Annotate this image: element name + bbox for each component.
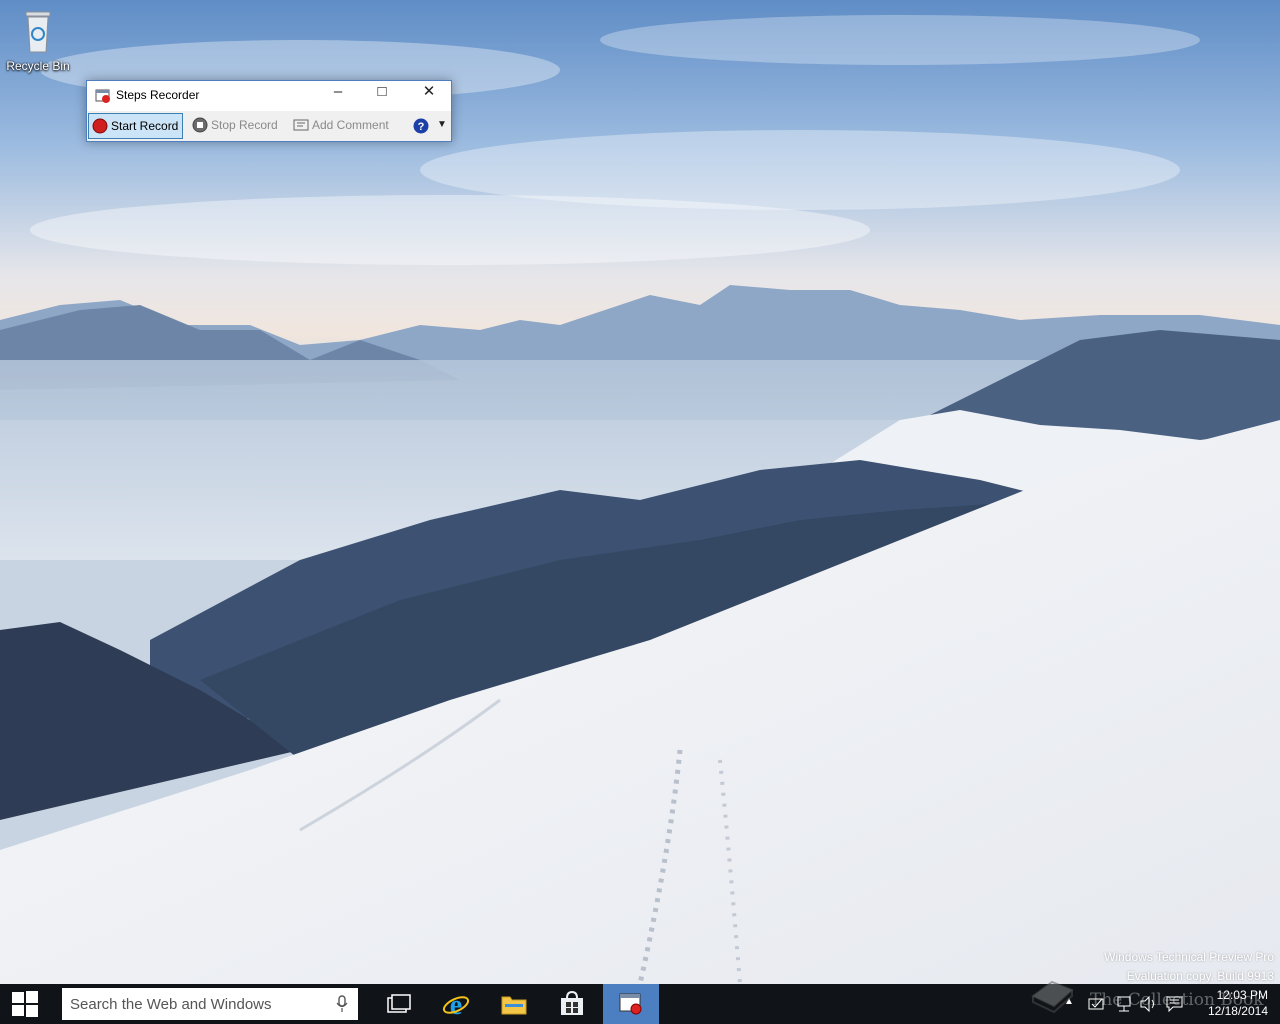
add-comment-button[interactable]: Add Comment: [290, 113, 398, 139]
internet-explorer-icon: e: [442, 990, 470, 1018]
steps-recorder-window: Steps Recorder – □ ✕ Start Record Stop R…: [86, 80, 452, 142]
windows-logo-icon: [12, 991, 38, 1017]
maximize-icon: □: [377, 83, 387, 100]
minimize-button[interactable]: –: [316, 81, 360, 105]
chevron-down-icon: ▼: [437, 119, 447, 130]
maximize-button[interactable]: □: [360, 81, 404, 105]
taskbar-app-file-explorer[interactable]: [486, 984, 542, 1024]
taskbar-app-store[interactable]: [544, 984, 600, 1024]
watermark-line-build: Evaluation copy. Build 9913: [1126, 969, 1274, 983]
record-icon: [92, 118, 108, 134]
taskbar-app-internet-explorer[interactable]: e: [428, 984, 484, 1024]
steps-recorder-titlebar[interactable]: Steps Recorder – □ ✕: [87, 81, 451, 110]
folder-icon: [501, 996, 527, 1015]
svg-text:e: e: [450, 990, 462, 1018]
desktop-wallpaper: [0, 0, 1280, 984]
help-button[interactable]: ?: [411, 113, 431, 139]
task-view-button[interactable]: [371, 984, 427, 1024]
stop-icon: [192, 117, 208, 133]
recycle-bin-desktop-icon[interactable]: Recycle Bin: [2, 4, 74, 76]
svg-text:?: ?: [418, 121, 425, 133]
help-icon: ?: [413, 118, 429, 134]
close-icon: ✕: [422, 83, 436, 100]
window-title: Steps Recorder: [116, 88, 200, 102]
close-button[interactable]: ✕: [407, 81, 451, 105]
steps-recorder-taskbar-icon: [619, 993, 642, 1015]
microphone-icon[interactable]: [336, 995, 348, 1013]
start-button[interactable]: [0, 984, 50, 1024]
stop-record-label: Stop Record: [211, 118, 278, 132]
brand-overlay-watermark: The Collection Book: [1031, 980, 1264, 1014]
task-view-icon: [387, 994, 411, 1013]
book-logo-icon: [1031, 980, 1074, 1014]
taskbar: Search the Web and Windows e ▲ 12:03 PM …: [0, 984, 1280, 1024]
stop-record-button[interactable]: Stop Record: [189, 113, 279, 139]
add-comment-label: Add Comment: [312, 118, 389, 132]
recycle-bin-icon: [25, 11, 51, 53]
brand-overlay-text: The Collection Book: [1090, 990, 1264, 1010]
store-icon: [561, 990, 583, 1015]
build-watermark: Windows Technical Preview Pro Evaluation…: [1104, 948, 1274, 984]
search-placeholder: Search the Web and Windows: [70, 996, 272, 1013]
minimize-icon: –: [333, 83, 343, 100]
recycle-bin-label: Recycle Bin: [6, 59, 70, 73]
comment-icon: [293, 119, 309, 131]
start-record-label: Start Record: [111, 119, 179, 133]
search-input[interactable]: Search the Web and Windows: [62, 988, 358, 1020]
steps-recorder-app-icon: [95, 89, 110, 103]
taskbar-app-steps-recorder[interactable]: [603, 984, 659, 1024]
watermark-line-edition: Windows Technical Preview Pro: [1104, 950, 1274, 964]
desktop: Recycle Bin Steps Recorder – □ ✕ Start R…: [0, 0, 1280, 984]
steps-recorder-toolbar: Start Record Stop Record Add Comment ? ▼: [87, 111, 451, 141]
options-dropdown-button[interactable]: ▼: [435, 113, 449, 139]
start-record-button[interactable]: Start Record: [88, 113, 183, 139]
